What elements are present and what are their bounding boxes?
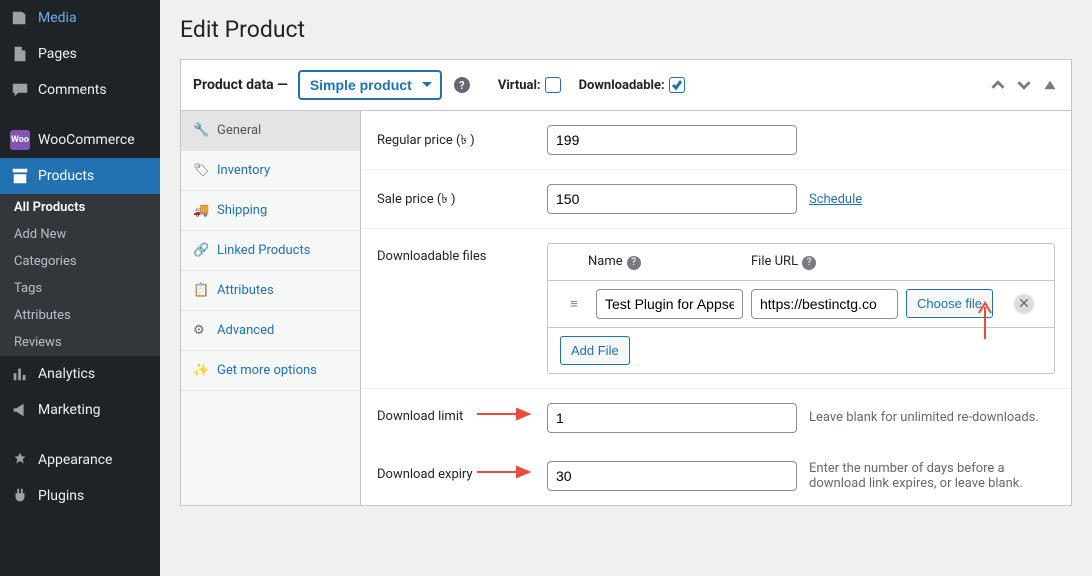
help-icon[interactable]: ? [802, 256, 816, 270]
download-expiry-input[interactable] [547, 461, 797, 491]
sidebar-item-marketing[interactable]: Marketing [0, 392, 160, 428]
page-icon [10, 44, 30, 64]
downloadable-toggle[interactable]: Downloadable: [579, 77, 685, 93]
sidebar-item-comments[interactable]: Comments [0, 72, 160, 108]
submenu-tags[interactable]: Tags [0, 275, 160, 302]
product-form: Regular price (৳ ) Sale price (৳ ) Sched… [361, 111, 1071, 505]
add-file-button[interactable]: Add File [560, 336, 630, 365]
comment-icon [10, 80, 30, 100]
product-data-panel: Product data — Simple product ? Virtual:… [180, 59, 1072, 506]
tab-shipping[interactable]: 🚚Shipping [181, 191, 360, 231]
help-icon[interactable]: ? [454, 77, 470, 93]
tab-linked-products[interactable]: 🔗Linked Products [181, 231, 360, 271]
sidebar-item-plugins[interactable]: Plugins [0, 478, 160, 514]
panel-up-icon[interactable] [989, 76, 1007, 94]
product-type-select[interactable]: Simple product [298, 70, 442, 100]
sale-price-input[interactable] [547, 184, 797, 214]
schedule-link[interactable]: Schedule [809, 192, 862, 207]
download-limit-label: Download limit [377, 403, 547, 424]
submenu-add-new[interactable]: Add New [0, 221, 160, 248]
regular-price-label: Regular price (৳ ) [377, 125, 547, 152]
link-icon: 🔗 [193, 243, 209, 258]
tab-inventory[interactable]: 🏷Inventory [181, 151, 360, 191]
sidebar-item-media[interactable]: Media [0, 0, 160, 36]
submenu-attributes[interactable]: Attributes [0, 302, 160, 329]
panel-header: Product data — Simple product ? Virtual:… [181, 60, 1071, 111]
list-icon: 📋 [193, 283, 209, 298]
download-expiry-label: Download expiry [377, 461, 547, 482]
sidebar-item-woocommerce[interactable]: Woo WooCommerce [0, 122, 160, 158]
sidebar-item-label: Plugins [38, 488, 84, 504]
sidebar-item-pages[interactable]: Pages [0, 36, 160, 72]
tab-general[interactable]: 🔧General [181, 111, 360, 151]
tab-get-more[interactable]: ✨Get more options [181, 351, 360, 391]
sidebar-item-label: WooCommerce [38, 132, 135, 148]
spark-icon: ✨ [193, 363, 209, 378]
gear-icon: ⚙ [193, 323, 209, 338]
download-expiry-hint: Enter the number of days before a downlo… [809, 461, 1049, 491]
product-data-tabs: 🔧General 🏷Inventory 🚚Shipping 🔗Linked Pr… [181, 111, 361, 505]
tab-attributes[interactable]: 📋Attributes [181, 271, 360, 311]
files-header: Name? File URL? [548, 244, 1054, 281]
admin-sidebar: Media Pages Comments Woo WooCommerce Pro… [0, 0, 160, 576]
analytics-icon [10, 364, 30, 384]
main-content: Edit Product Product data — Simple produ… [160, 0, 1092, 576]
regular-price-input[interactable] [547, 125, 797, 155]
sidebar-item-analytics[interactable]: Analytics [0, 356, 160, 392]
sidebar-item-label: Appearance [38, 452, 112, 468]
download-limit-input[interactable] [547, 403, 797, 433]
sidebar-item-label: Marketing [38, 402, 101, 418]
submenu-all-products[interactable]: All Products [0, 194, 160, 221]
virtual-checkbox[interactable] [545, 77, 561, 93]
sidebar-item-appearance[interactable]: Appearance [0, 442, 160, 478]
sidebar-item-label: Media [38, 10, 77, 26]
downloadable-files-table: Name? File URL? ≡ Choose file [547, 243, 1055, 374]
submenu-reviews[interactable]: Reviews [0, 329, 160, 356]
tag-icon: 🏷 [193, 163, 209, 178]
sidebar-item-products[interactable]: Products [0, 158, 160, 194]
sidebar-item-label: Analytics [38, 366, 95, 382]
download-limit-hint: Leave blank for unlimited re-downloads. [809, 410, 1039, 425]
virtual-toggle[interactable]: Virtual: [498, 77, 561, 93]
products-icon [10, 166, 30, 186]
submenu-categories[interactable]: Categories [0, 248, 160, 275]
page-title: Edit Product [180, 0, 1072, 59]
panel-collapse-icon[interactable] [1041, 76, 1059, 94]
sidebar-item-label: Comments [38, 82, 107, 98]
appearance-icon [10, 450, 30, 470]
plugins-icon [10, 486, 30, 506]
panel-title: Product data — [193, 77, 288, 93]
help-icon[interactable]: ? [627, 256, 641, 270]
file-name-input[interactable] [596, 289, 743, 319]
panel-down-icon[interactable] [1015, 76, 1033, 94]
media-icon [10, 8, 30, 28]
download-files-label: Downloadable files [377, 243, 547, 264]
marketing-icon [10, 400, 30, 420]
tab-advanced[interactable]: ⚙Advanced [181, 311, 360, 351]
woocommerce-icon: Woo [10, 130, 30, 150]
products-submenu: All Products Add New Categories Tags Att… [0, 194, 160, 356]
file-row: ≡ Choose file ✕ [548, 281, 1054, 328]
wrench-icon: 🔧 [193, 123, 209, 138]
sale-price-label: Sale price (৳ ) [377, 184, 547, 211]
delete-file-button[interactable]: ✕ [1014, 294, 1034, 314]
downloadable-checkbox[interactable] [669, 77, 685, 93]
sidebar-item-label: Products [38, 168, 94, 184]
drag-handle-icon[interactable]: ≡ [560, 296, 588, 312]
choose-file-button[interactable]: Choose file [906, 289, 993, 318]
sidebar-item-label: Pages [38, 46, 77, 62]
file-url-input[interactable] [751, 289, 898, 319]
truck-icon: 🚚 [193, 203, 209, 218]
